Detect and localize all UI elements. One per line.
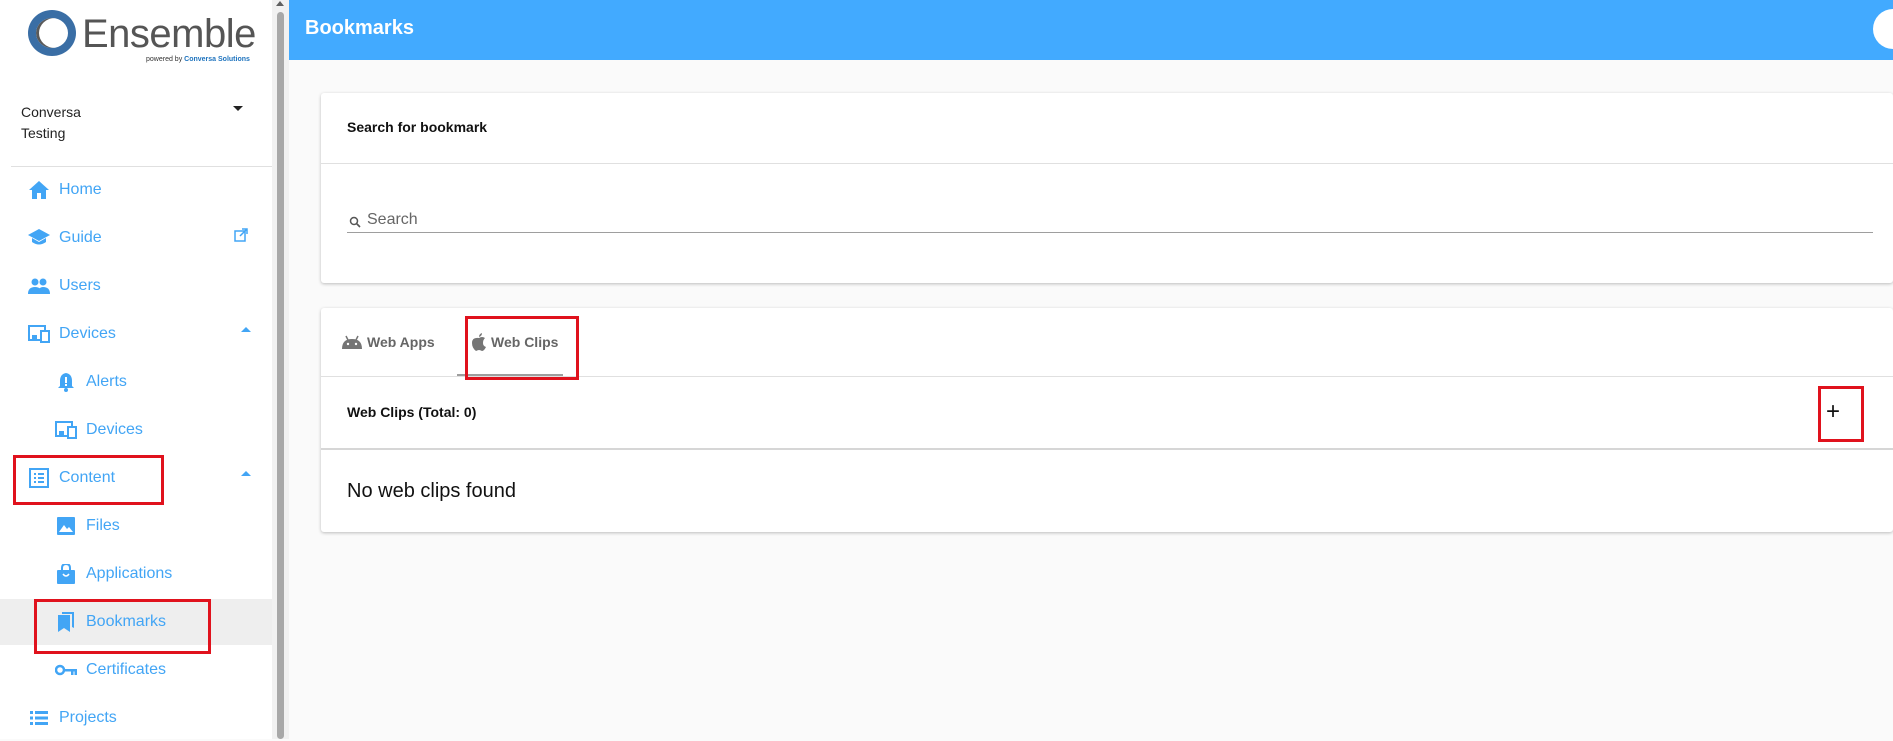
graduation-cap-icon [28, 227, 50, 249]
card-divider [321, 163, 1893, 164]
search-card-heading: Search for bookmark [347, 119, 488, 135]
web-clips-total-heading: Web Clips (Total: 0) [347, 404, 477, 420]
chevron-up-icon[interactable] [241, 471, 251, 476]
sidebar-item-label: Devices [59, 325, 116, 342]
devices-icon [55, 419, 77, 441]
sidebar-item-label: Applications [86, 565, 173, 582]
sidebar-item-guide[interactable]: Guide [0, 215, 272, 261]
open-in-new-icon[interactable] [234, 228, 248, 247]
org-name-line1: Conversa [21, 104, 81, 120]
search-icon [349, 215, 361, 233]
empty-state-message: No web clips found [347, 480, 516, 502]
sidebar-item-label: Alerts [86, 373, 127, 390]
sidebar: Ensemble powered by Conversa Solutions C… [0, 0, 272, 739]
logo-tagline: powered by Conversa Solutions [146, 56, 250, 63]
sidebar-item-label: Files [86, 517, 120, 534]
search-field[interactable] [347, 209, 1873, 233]
ensemble-logo[interactable]: Ensemble powered by Conversa Solutions [28, 10, 258, 63]
page-title: Bookmarks [305, 17, 414, 39]
sidebar-scrollbar[interactable] [272, 0, 289, 739]
android-icon [341, 335, 363, 349]
sidebar-item-files[interactable]: Files [0, 503, 272, 549]
home-icon [28, 179, 50, 201]
logo-ring-icon [28, 10, 76, 56]
sidebar-item-alerts[interactable]: Alerts [0, 359, 272, 405]
users-icon [28, 275, 50, 297]
highlight-web-clips-tab [465, 316, 579, 380]
sidebar-item-label: Home [59, 181, 102, 198]
highlight-bookmarks [34, 599, 211, 654]
sidebar-item-label: Projects [59, 709, 117, 726]
logo-wordmark: Ensemble [82, 12, 256, 56]
sidebar-item-label: Devices [86, 421, 143, 438]
sidebar-item-applications[interactable]: Applications [0, 551, 272, 597]
sidebar-item-label: Guide [59, 229, 102, 246]
org-name-line2: Testing [21, 125, 66, 141]
devices-icon [28, 323, 50, 345]
tab-web-apps[interactable]: Web Apps [341, 308, 435, 376]
sidebar-item-devices-list[interactable]: Devices [0, 407, 272, 453]
avatar[interactable] [1873, 9, 1893, 49]
scrollbar-thumb[interactable] [277, 12, 284, 739]
sidebar-item-devices[interactable]: Devices [0, 311, 272, 357]
tab-label: Web Apps [367, 334, 435, 350]
sidebar-item-home[interactable]: Home [0, 167, 272, 213]
shopping-bag-icon [55, 563, 77, 585]
scroll-up-arrow-icon[interactable] [276, 1, 284, 6]
search-card: Search for bookmark [321, 93, 1893, 283]
org-dropdown-caret-icon[interactable] [233, 106, 243, 111]
list-icon [28, 707, 50, 729]
sidebar-item-users[interactable]: Users [0, 263, 272, 309]
sidebar-item-label: Certificates [86, 661, 167, 678]
image-icon [55, 515, 77, 537]
key-icon [55, 659, 77, 681]
app-header: Bookmarks [289, 0, 1893, 60]
sidebar-item-label: Users [59, 277, 101, 294]
highlight-content [13, 455, 164, 505]
sidebar-item-projects[interactable]: Projects [0, 695, 272, 741]
chevron-up-icon[interactable] [241, 327, 251, 332]
highlight-add-button [1818, 386, 1864, 442]
bell-alert-icon [55, 371, 77, 393]
search-input[interactable] [367, 209, 1867, 231]
org-selector[interactable]: Conversa Testing [21, 102, 131, 144]
list-divider [321, 448, 1893, 450]
